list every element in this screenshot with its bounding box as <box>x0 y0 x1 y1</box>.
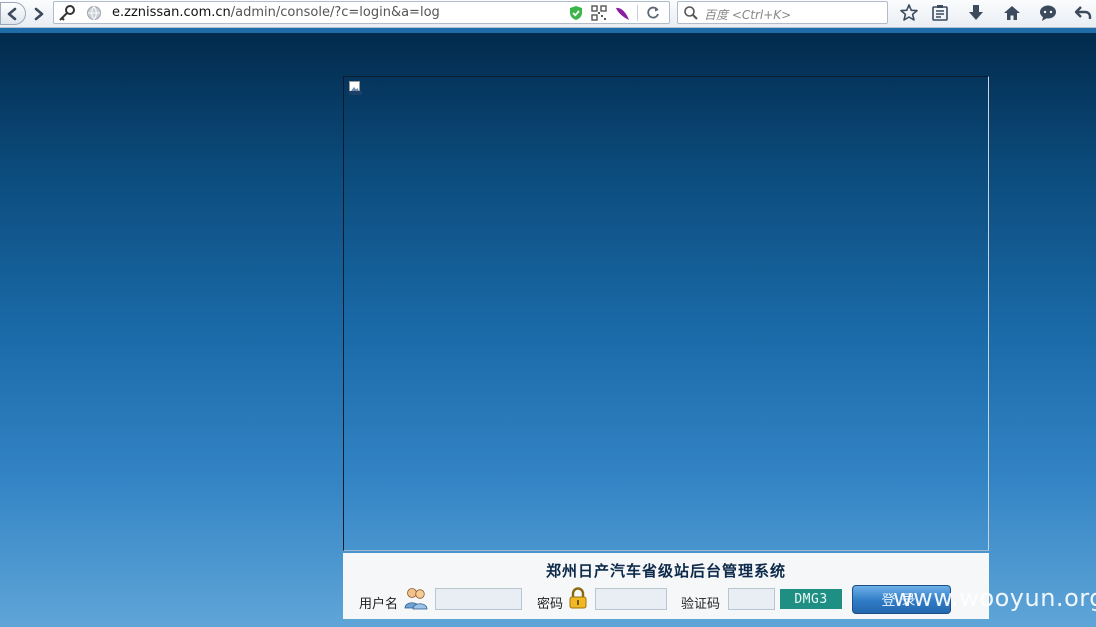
search-placeholder: 百度 <Ctrl+K> <box>704 8 792 22</box>
download-icon[interactable] <box>966 3 986 23</box>
watermark-text: www.wooyun.org <box>893 584 1096 612</box>
qr-code-icon[interactable] <box>591 5 607 21</box>
url-domain: e.zznissan.com.cn <box>112 5 231 20</box>
username-label: 用户名 <box>359 597 399 612</box>
reload-icon[interactable] <box>645 5 661 21</box>
url-path: /admin/console/?c=login&a=log <box>230 5 440 20</box>
username-input[interactable] <box>435 588 522 610</box>
globe-icon[interactable] <box>86 5 102 21</box>
address-bar[interactable]: e.zznissan.com.cn/admin/console/?c=login… <box>53 1 670 24</box>
login-banner-frame <box>343 76 989 551</box>
broken-image-icon <box>349 81 362 95</box>
star-icon[interactable] <box>899 3 919 23</box>
captcha-input[interactable] <box>728 588 775 610</box>
captcha-label: 验证码 <box>681 597 721 612</box>
home-icon[interactable] <box>1002 3 1022 23</box>
feather-icon[interactable] <box>613 4 631 22</box>
lock-icon <box>569 587 587 609</box>
search-box[interactable]: 百度 <Ctrl+K> <box>677 1 888 24</box>
browser-toolbar: e.zznissan.com.cn/admin/console/?c=login… <box>0 0 1096 28</box>
forward-button[interactable] <box>27 2 49 25</box>
key-icon[interactable] <box>57 4 77 22</box>
url-text[interactable]: e.zznissan.com.cn/admin/console/?c=login… <box>112 5 440 20</box>
shield-icon[interactable] <box>568 5 584 21</box>
password-label: 密码 <box>537 597 564 612</box>
arrow-right-icon <box>34 7 44 20</box>
users-icon <box>404 588 428 610</box>
urlbar-divider <box>637 5 638 21</box>
captcha-image[interactable]: DMG3 <box>780 589 842 609</box>
page-background: 郑州日产汽车省级站后台管理系统 用户名 密码 验证码 DMG3 登录 www.w… <box>0 33 1096 627</box>
login-title: 郑州日产汽车省级站后台管理系统 <box>545 562 786 580</box>
arrow-left-icon <box>7 7 17 20</box>
password-input[interactable] <box>595 588 667 610</box>
reading-list-icon[interactable] <box>930 3 950 23</box>
search-icon <box>684 6 698 20</box>
undo-arrow-icon[interactable] <box>1073 3 1093 23</box>
chat-icon[interactable] <box>1038 3 1058 23</box>
back-button[interactable] <box>0 2 26 25</box>
